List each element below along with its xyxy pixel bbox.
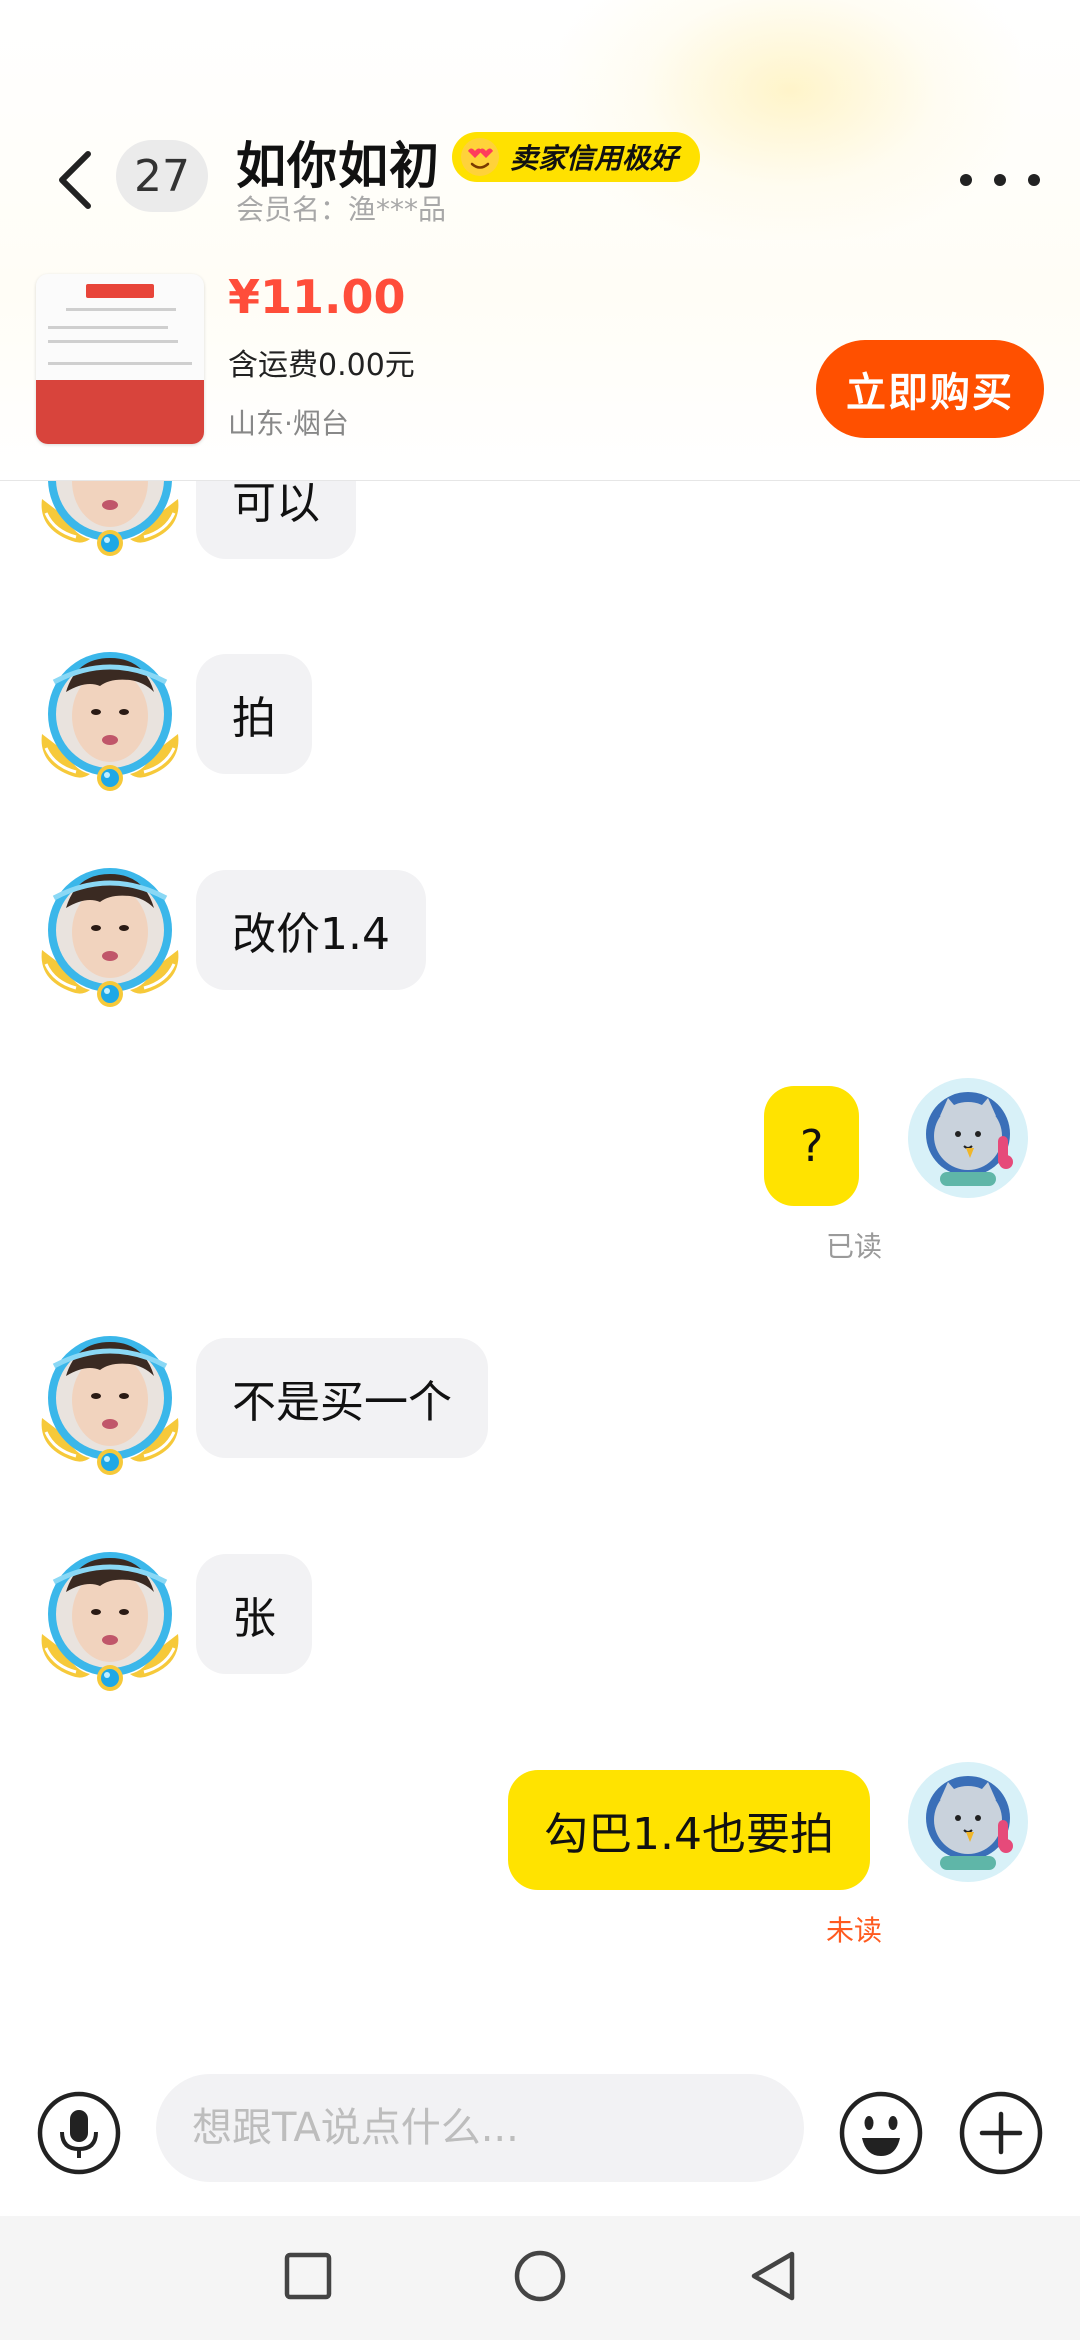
seller-avatar[interactable]	[36, 1328, 184, 1478]
seller-badge-label: 卖家信用极好	[510, 142, 679, 175]
seller-avatar[interactable]	[36, 644, 184, 794]
product-card[interactable]: ¥11.00 含运费0.00元 山东·烟台 立即购买	[0, 270, 1080, 480]
chevron-left-icon	[59, 151, 91, 209]
heart-eyes-emoji-icon	[461, 138, 499, 176]
unread-count-badge[interactable]: 27	[116, 140, 208, 212]
thumbnail-line	[48, 340, 178, 343]
user-avatar[interactable]	[906, 1076, 1030, 1200]
message-bubble-incoming[interactable]: 可以	[196, 481, 356, 559]
seller-avatar[interactable]	[36, 481, 184, 559]
message-bubble-incoming[interactable]: 张	[196, 1554, 312, 1674]
read-status: 已读	[826, 1230, 883, 1263]
message-input[interactable]	[156, 2074, 804, 2182]
more-options-button[interactable]	[960, 160, 1040, 200]
message-bubble-outgoing[interactable]: ?	[764, 1086, 860, 1206]
seller-avatar[interactable]	[36, 860, 184, 1010]
back-button[interactable]	[44, 142, 104, 218]
chat-header: 27 如你如初 卖家信用极好 会员名：渔***品	[0, 120, 1080, 240]
chat-message-list[interactable]: 可以 拍 改价1.4 ? 已读 不是买一个 张 勾巴1.4也要拍 未读	[0, 481, 1080, 2071]
member-name: 会员名：渔***品	[236, 193, 447, 226]
shipping-fee: 含运费0.00元	[228, 348, 415, 383]
emoji-icon[interactable]	[838, 2090, 924, 2176]
thumbnail-line	[48, 362, 192, 365]
message-bubble-incoming[interactable]: 不是买一个	[196, 1338, 488, 1458]
message-bubble-incoming[interactable]: 拍	[196, 654, 312, 774]
thumbnail-line	[66, 308, 176, 311]
seller-avatar[interactable]	[36, 1544, 184, 1694]
square-icon[interactable]	[278, 2246, 338, 2306]
more-dots-icon	[1028, 174, 1040, 186]
product-location: 山东·烟台	[228, 407, 349, 440]
microphone-icon[interactable]	[36, 2090, 122, 2176]
more-dots-icon	[994, 174, 1006, 186]
circle-icon[interactable]	[510, 2246, 570, 2306]
thumbnail-red-button	[86, 284, 154, 298]
triangle-back-icon[interactable]	[742, 2246, 802, 2306]
system-navigation-bar	[0, 2216, 1080, 2340]
unread-status: 未读	[826, 1914, 883, 1947]
seller-credit-badge[interactable]: 卖家信用极好	[452, 132, 701, 182]
product-thumbnail[interactable]	[36, 274, 204, 444]
buy-now-button[interactable]: 立即购买	[816, 340, 1044, 438]
message-bubble-incoming[interactable]: 改价1.4	[196, 870, 426, 990]
thumbnail-red-area	[36, 380, 204, 444]
message-input-bar	[0, 2070, 1080, 2220]
product-price: ¥11.00	[228, 270, 406, 324]
thumbnail-line	[48, 326, 168, 329]
message-bubble-outgoing[interactable]: 勾巴1.4也要拍	[508, 1770, 870, 1890]
more-dots-icon	[960, 174, 972, 186]
plus-icon[interactable]	[958, 2090, 1044, 2176]
user-avatar[interactable]	[906, 1760, 1030, 1884]
